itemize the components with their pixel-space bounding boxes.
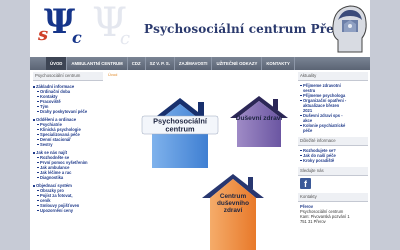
contact-line: 751 31 Přerov: [300, 219, 326, 224]
house-3-chimney: [248, 177, 253, 189]
house-psychosocialni-centrum[interactable]: Psychosociální centrum: [140, 92, 220, 170]
logo-c: c: [72, 28, 82, 47]
menu-group: Objednací systém Obrazky pro Pojíst za f…: [33, 183, 103, 213]
facebook-icon[interactable]: f: [300, 178, 311, 189]
house-centrum-dusevniho-zdravi[interactable]: Centrum duševního zdraví: [198, 170, 268, 250]
news-block: Aktuality Přijmeme zdravotní sestru Přij…: [298, 72, 368, 133]
menu-group: Oddělení a ordinace Psychiatrie Klinická…: [33, 117, 103, 147]
house-3-label-line1: Centrum: [220, 193, 247, 200]
social-title: Sledujte nás: [298, 167, 368, 176]
important-item[interactable]: Kroky poradiště: [298, 158, 368, 163]
left-sidebar: Psychosociální centrum Základní informac…: [33, 72, 103, 250]
menu-item[interactable]: Upozornění ceny: [33, 208, 103, 213]
contacts-block: Kontakty Přerov Psychosociální centrum K…: [298, 193, 368, 224]
important-block: Důležité informace Rozhodujete se? Jak d…: [298, 137, 368, 163]
house-2-chimney: [273, 99, 278, 110]
news-item-cont[interactable]: péče: [298, 128, 368, 133]
menu-group: Jak se nás najít Rozhodněte se První pom…: [33, 150, 103, 180]
logo-s: s: [38, 24, 49, 45]
house-3-label-line3: zdraví: [224, 207, 243, 214]
nav-uzitecne-odkazy[interactable]: UŽITEČNÉ ODKAZY: [212, 57, 263, 70]
news-title: Aktuality: [298, 72, 368, 81]
main-content: Úvod Psychosociální centrum Duševní zdra…: [106, 72, 296, 250]
head-silhouette-icon: [332, 5, 367, 53]
nav-cdz[interactable]: CDZ: [128, 57, 146, 70]
menu-group: Základní informace Ordinační doba Kontak…: [33, 84, 103, 114]
main-nav: ÚVOD AMBULANTNÍ CENTRUM CDZ SZ V. P. S. …: [30, 57, 370, 70]
header: Ψ c Ψ s c Psychosociální centrum Přerov: [30, 0, 370, 56]
social-block: Sledujte nás f: [298, 167, 368, 189]
menu-item[interactable]: Sestry: [33, 142, 103, 147]
house-3-label-line2: duševního: [217, 200, 249, 207]
nav-uvod[interactable]: ÚVOD: [46, 57, 68, 70]
menu-item[interactable]: Drahy poskytovaní péče: [33, 109, 103, 114]
site-title[interactable]: Psychosociální centrum Přerov: [144, 22, 356, 36]
right-sidebar: Aktuality Přijmeme zdravotní sestru Přij…: [298, 72, 368, 250]
important-title: Důležité informace: [298, 137, 368, 146]
nav-kontakty[interactable]: KONTAKTY: [262, 57, 295, 70]
logo-ghost-c: c: [120, 28, 131, 49]
logo-psi[interactable]: Ψ: [44, 2, 75, 42]
nav-zajimavosti[interactable]: ZAJÍMAVOSTI: [175, 57, 213, 70]
left-sidebar-title: Psychosociální centrum: [33, 72, 103, 81]
breadcrumb[interactable]: Úvod: [106, 72, 296, 78]
house-1-label-line2: centrum: [165, 125, 195, 134]
nav-ambulantni-centrum[interactable]: AMBULANTNÍ CENTRUM: [67, 57, 128, 70]
house-dusevni-zdravi[interactable]: Duševní zdraví: [226, 92, 292, 148]
contacts-title: Kontakty: [298, 193, 368, 202]
nav-sz-vps[interactable]: SZ V. P. S.: [146, 57, 175, 70]
house-1-chimney: [198, 102, 204, 116]
house-2-label-line1: Duševní zdraví: [236, 115, 284, 122]
menu-item[interactable]: Diagnostika: [33, 175, 103, 180]
page: Ψ c Ψ s c Psychosociální centrum Přerov …: [30, 0, 370, 250]
